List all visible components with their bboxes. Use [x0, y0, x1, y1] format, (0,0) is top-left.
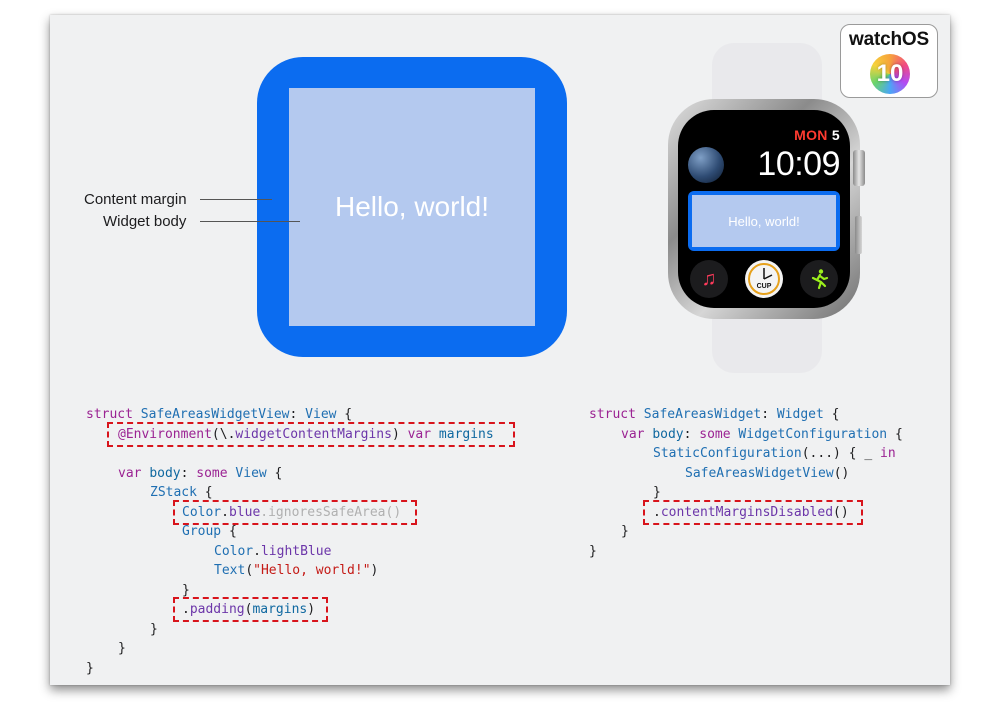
- content-margin-leader-line: [200, 199, 272, 200]
- code-line: }: [118, 641, 126, 656]
- timer-dial-icon: [748, 263, 780, 295]
- watch-screen: MON 5 10:09 Hello, world! ♫ CUP: [678, 110, 850, 308]
- fitness-icon[interactable]: [800, 260, 838, 298]
- watch-crown: [853, 150, 865, 186]
- widget-hello-text: Hello, world!: [334, 191, 490, 222]
- highlight-environment-margins: [107, 422, 515, 447]
- code-line: }: [86, 660, 94, 676]
- watch-side-button: [855, 216, 862, 254]
- badge-title: watchOS: [849, 29, 929, 50]
- watch-widget-text: Hello, world!: [728, 213, 800, 229]
- badge-version-circle: 10: [870, 54, 910, 94]
- earth-icon: [688, 147, 724, 183]
- code-line: Color.lightBlue: [214, 543, 332, 559]
- content-margin-label: Content margin: [84, 191, 187, 208]
- highlight-ignores-safe-area: [173, 500, 417, 525]
- widget-content-margin-area: Hello, world!: [257, 57, 567, 357]
- code-line: struct SafeAreasWidget: Widget {: [589, 407, 840, 422]
- watchos-10-badge: watchOS 10: [840, 24, 938, 98]
- watch-day: MON: [794, 127, 828, 143]
- code-line: Text("Hello, world!"): [214, 563, 379, 578]
- watch-date-number: 5: [831, 127, 840, 143]
- code-line: }: [621, 524, 629, 539]
- watch-date: MON 5: [794, 127, 840, 143]
- watch-widget-margin: Hello, world!: [688, 191, 840, 251]
- widget-body-leader-line: [200, 221, 300, 222]
- code-line: var body: some WidgetConfiguration {: [621, 426, 903, 442]
- timer-label: CUP: [756, 283, 772, 290]
- timer-icon[interactable]: CUP: [745, 260, 783, 298]
- highlight-content-margins-disabled: [643, 500, 863, 525]
- code-line: var body: some View {: [118, 465, 283, 481]
- code-line: }: [589, 543, 597, 559]
- widget-body-label: Widget body: [103, 213, 187, 230]
- widget-body-area: Hello, world!: [289, 88, 535, 326]
- badge-version: 10: [876, 60, 904, 87]
- runner-icon: [811, 269, 829, 290]
- code-line: }: [150, 621, 158, 637]
- watch-time: 10:09: [757, 145, 840, 183]
- highlight-padding-margins: [173, 597, 328, 622]
- watch-widget-body: Hello, world!: [692, 195, 836, 247]
- code-line: SafeAreasWidgetView(): [685, 465, 850, 481]
- music-icon[interactable]: ♫: [690, 260, 728, 298]
- code-line: StaticConfiguration(...) { _ in: [653, 446, 896, 461]
